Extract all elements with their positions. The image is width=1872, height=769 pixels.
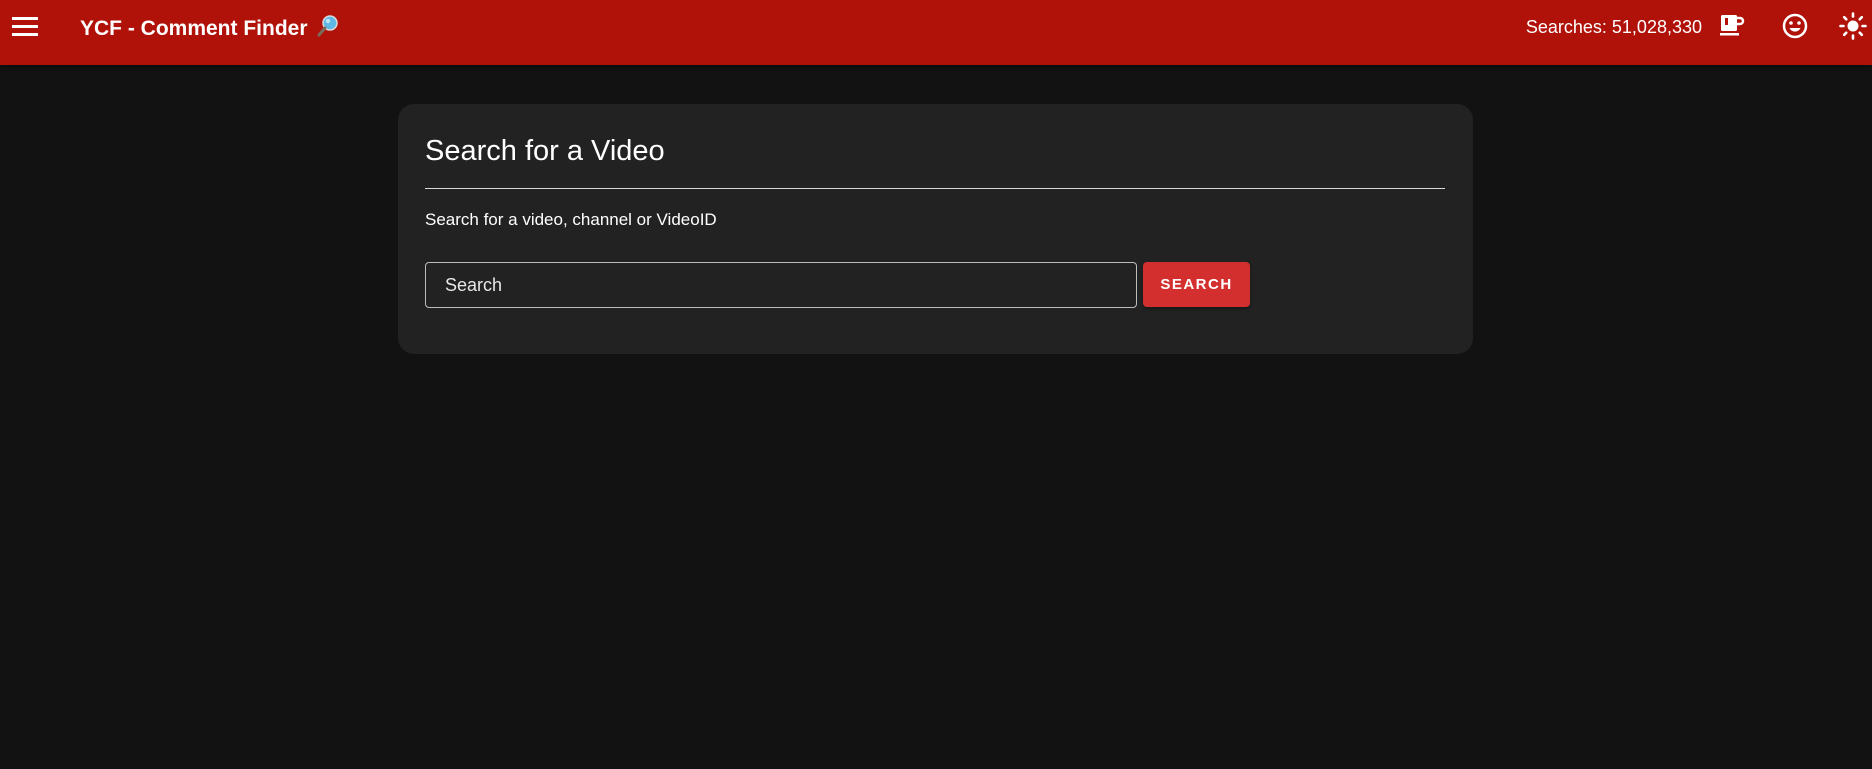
divider <box>425 188 1445 189</box>
magnifier-icon <box>316 14 339 37</box>
menu-icon[interactable] <box>12 17 38 37</box>
smiley-face-icon[interactable] <box>1780 11 1810 41</box>
app-bar: YCF - Comment Finder Searches: 51,028,33… <box>0 0 1872 65</box>
coffee-cup-icon[interactable] <box>1717 11 1747 41</box>
app-title-text: YCF - Comment Finder <box>80 17 308 40</box>
card-subtitle: Search for a video, channel or VideoID <box>425 210 717 229</box>
card-title: Search for a Video <box>425 135 665 167</box>
search-input[interactable] <box>425 262 1137 308</box>
app-title[interactable]: YCF - Comment Finder <box>80 14 339 42</box>
search-card: Search for a Video Search for a video, c… <box>398 104 1473 354</box>
search-button[interactable]: SEARCH <box>1143 262 1250 307</box>
search-counter: Searches: 51,028,330 <box>1525 17 1702 37</box>
sun-icon[interactable] <box>1838 11 1868 41</box>
